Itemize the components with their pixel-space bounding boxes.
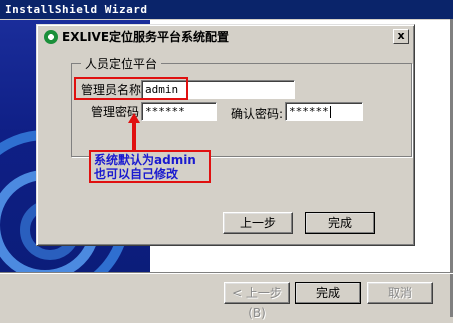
installshield-titlebar: InstallShield Wizard: [0, 0, 453, 19]
installshield-title: InstallShield Wizard: [5, 3, 148, 16]
group-title: 人员定位平台: [81, 55, 162, 72]
admin-name-highlight: [74, 77, 188, 100]
arrow-up-icon: [128, 113, 140, 153]
back-button[interactable]: < 上一步(B): [224, 282, 290, 320]
dialog-back-button[interactable]: 上一步: [223, 212, 293, 234]
finish-button[interactable]: 完成: [295, 282, 361, 304]
text-caret: [329, 106, 331, 118]
config-dialog-titlebar: EXLIVE定位服务平台系统配置 x: [40, 28, 411, 46]
annotation-line-2: 也可以自己修改: [94, 167, 179, 181]
admin-password-value: ******: [145, 105, 185, 118]
confirm-password-input[interactable]: ******: [285, 102, 363, 121]
app-logo-icon: [44, 30, 58, 44]
config-dialog-title: EXLIVE定位服务平台系统配置: [62, 30, 230, 44]
installshield-separator: [0, 272, 453, 274]
annotation-callout: 系统默认为admin 也可以自己修改: [89, 150, 211, 183]
cancel-button[interactable]: 取消: [367, 282, 433, 304]
close-icon[interactable]: x: [393, 29, 409, 44]
confirm-password-label: 确认密码:: [231, 107, 284, 121]
admin-password-input[interactable]: ******: [141, 102, 217, 121]
dialog-finish-button[interactable]: 完成: [305, 212, 375, 234]
config-dialog: EXLIVE定位服务平台系统配置 x 人员定位平台 管理员名称: admin 管…: [36, 24, 415, 246]
annotation-line-1: 系统默认为admin: [94, 153, 196, 167]
confirm-password-value: ******: [289, 105, 329, 118]
